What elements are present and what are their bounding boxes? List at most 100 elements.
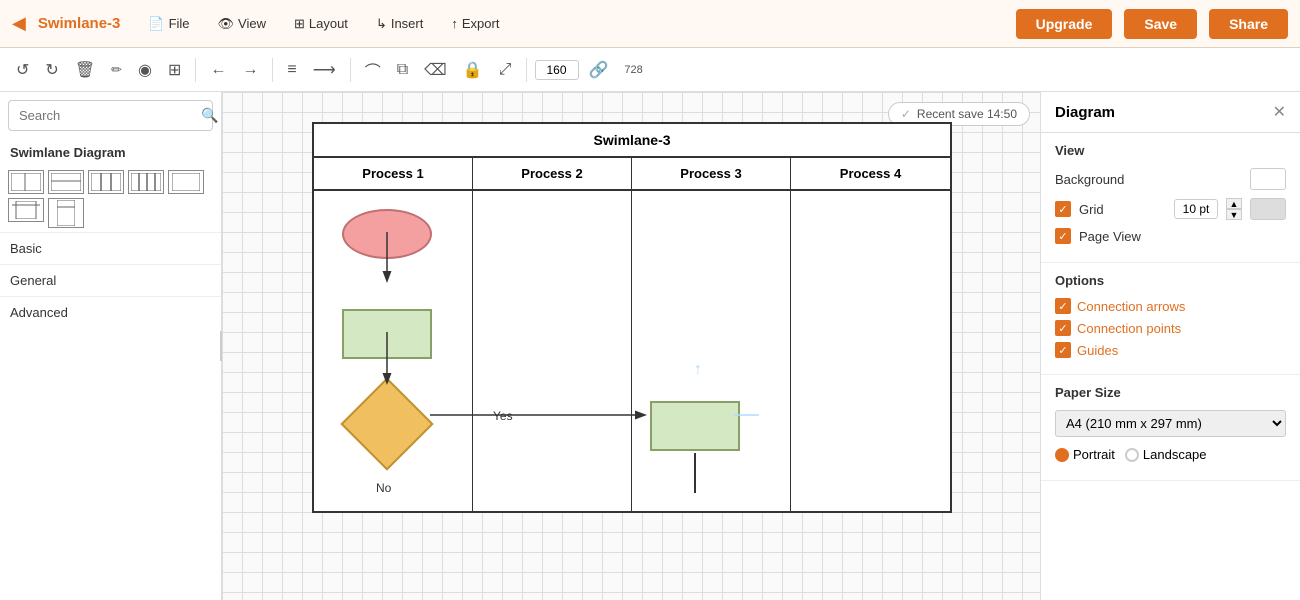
shape-icon-4[interactable] <box>128 170 164 194</box>
background-row: Background <box>1055 168 1286 190</box>
paper-size-select[interactable]: A4 (210 mm x 297 mm) A3 (297 mm x 420 mm… <box>1055 410 1286 437</box>
undo-button[interactable]: ↺ <box>10 56 35 84</box>
yes-label: Yes <box>493 409 513 423</box>
background-color-picker[interactable] <box>1250 168 1286 190</box>
sidebar-diagram-label: Swimlane Diagram <box>0 139 221 166</box>
grid-row: ✓ Grid ▲ ▼ <box>1055 198 1286 220</box>
main-layout: 🔍 Swimlane Diagram <box>0 92 1300 600</box>
swimlane-col-1: No <box>314 191 473 511</box>
orientation-row: Portrait Landscape <box>1055 447 1286 462</box>
search-box[interactable]: 🔍 <box>8 100 213 131</box>
swimlane-header: Process 1 Process 2 Process 3 Process 4 <box>314 158 950 191</box>
view-section: View Background ✓ Grid ▲ ▼ ✓ Page View <box>1041 133 1300 263</box>
clone-button[interactable]: ⧉ <box>391 57 414 83</box>
guides-row: ✓ Guides <box>1055 342 1286 358</box>
search-input[interactable] <box>19 108 195 123</box>
sidebar-item-basic[interactable]: Basic <box>0 232 221 264</box>
redo-button[interactable]: ↻ <box>39 56 64 84</box>
canvas-area[interactable]: ✓ Recent save 14:50 Swimlane-3 Process 1… <box>222 92 1040 600</box>
connection-points-checkbox[interactable]: ✓ <box>1055 320 1071 336</box>
panel-title: Diagram <box>1055 104 1115 121</box>
connection-arrows-label: Connection arrows <box>1077 299 1185 314</box>
separator-1 <box>195 58 196 82</box>
orientation-radio-group: Portrait Landscape <box>1055 447 1207 462</box>
shape-decision-diamond[interactable] <box>340 377 433 470</box>
size-input[interactable]: 160 <box>535 60 579 80</box>
shape-process-rect[interactable] <box>342 309 432 359</box>
col-header-3: Process 3 <box>632 158 791 189</box>
arrow-right2-button[interactable]: ⟶ <box>307 56 342 84</box>
lines-button[interactable]: ≡ <box>281 57 302 83</box>
connection-arrows-checkbox[interactable]: ✓ <box>1055 298 1071 314</box>
upgrade-button[interactable]: Upgrade <box>1016 9 1113 39</box>
shape-process-rect-col3[interactable] <box>650 401 740 451</box>
save-button[interactable]: Save <box>1124 9 1197 39</box>
fill-button[interactable]: ◉ <box>132 56 158 84</box>
export-icon: ↑ <box>451 16 458 31</box>
eraser-button[interactable]: ⌫ <box>418 56 453 84</box>
swimlane-col-2: Yes <box>473 191 632 511</box>
curve-button[interactable]: ⌒ <box>359 54 387 86</box>
shape-grid <box>0 166 221 232</box>
delete-button[interactable]: 🗑 <box>69 56 101 84</box>
shape-icon-7[interactable] <box>48 198 84 228</box>
expand-button[interactable]: ⤢ <box>493 57 518 83</box>
back-button[interactable]: ◀ <box>12 13 26 34</box>
grid-checkbox[interactable]: ✓ <box>1055 201 1071 217</box>
menu-export[interactable]: ↑ Export <box>443 12 507 35</box>
app-title: Swimlane-3 <box>38 15 121 32</box>
connection-arrows-row: ✓ Connection arrows <box>1055 298 1286 314</box>
menu-layout[interactable]: ⊞ Layout <box>286 12 356 36</box>
right-panel: Diagram ✕ View Background ✓ Grid ▲ ▼ ✓ <box>1040 92 1300 600</box>
grid-label: Grid <box>1079 202 1166 217</box>
page-view-checkbox[interactable]: ✓ <box>1055 228 1071 244</box>
landscape-label: Landscape <box>1143 447 1207 462</box>
col-header-2: Process 2 <box>473 158 632 189</box>
extra-button[interactable]: 728 <box>618 60 648 80</box>
menu-view[interactable]: 👁 View <box>210 12 274 36</box>
shape-icon-2[interactable] <box>48 170 84 194</box>
arrow-left-button[interactable]: ← <box>204 57 232 83</box>
panel-close-button[interactable]: ✕ <box>1273 102 1286 122</box>
insert-icon: ↳ <box>376 16 387 32</box>
options-section: Options ✓ Connection arrows ✓ Connection… <box>1041 263 1300 375</box>
toolbar: ↺ ↻ 🗑 ✏ ◉ ⊞ ← → ≡ ⟶ ⌒ ⧉ ⌫ 🔒 ⤢ 160 🔗 728 <box>0 48 1300 92</box>
lock-button[interactable]: 🔒 <box>457 56 489 84</box>
share-button[interactable]: Share <box>1209 9 1288 39</box>
landscape-radio[interactable]: Landscape <box>1125 447 1207 462</box>
arrow-right-button[interactable]: → <box>236 57 264 83</box>
grid-increment-button[interactable]: ▲ <box>1226 198 1242 209</box>
sidebar-item-general[interactable]: General <box>0 264 221 296</box>
swimlane-title: Swimlane-3 <box>314 124 950 158</box>
shape-icon-3[interactable] <box>88 170 124 194</box>
shape-start-oval[interactable] <box>342 209 432 259</box>
col-header-4: Process 4 <box>791 158 950 189</box>
swimlane-container[interactable]: Swimlane-3 Process 1 Process 2 Process 3… <box>312 122 952 513</box>
guides-label: Guides <box>1077 343 1118 358</box>
link-button[interactable]: 🔗 <box>583 56 615 84</box>
check-icon: ✓ <box>901 107 911 121</box>
grid-color-picker[interactable] <box>1250 198 1286 220</box>
menu-insert[interactable]: ↳ Insert <box>368 12 431 36</box>
grid-stepper: ▲ ▼ <box>1226 198 1242 220</box>
no-label: No <box>376 481 391 495</box>
table-button[interactable]: ⊞ <box>162 56 187 84</box>
shape-icon-1[interactable] <box>8 170 44 194</box>
grid-decrement-button[interactable]: ▼ <box>1226 209 1242 220</box>
separator-3 <box>350 58 351 82</box>
shape-icon-6[interactable] <box>8 198 44 222</box>
menu-file[interactable]: 📄 File <box>140 12 197 36</box>
paint-button[interactable]: ✏ <box>105 58 128 82</box>
panel-header: Diagram ✕ <box>1041 92 1300 133</box>
separator-4 <box>526 58 527 82</box>
swimlane-col-4 <box>791 191 950 511</box>
paper-size-section: Paper Size A4 (210 mm x 297 mm) A3 (297 … <box>1041 375 1300 481</box>
page-view-label: Page View <box>1079 229 1286 244</box>
swimlane-col-3: ↑ <box>632 191 791 511</box>
grid-value-input[interactable] <box>1174 199 1218 219</box>
portrait-label: Portrait <box>1073 447 1115 462</box>
sidebar-item-advanced[interactable]: Advanced <box>0 296 221 328</box>
guides-checkbox[interactable]: ✓ <box>1055 342 1071 358</box>
shape-icon-5[interactable] <box>168 170 204 194</box>
portrait-radio[interactable]: Portrait <box>1055 447 1115 462</box>
